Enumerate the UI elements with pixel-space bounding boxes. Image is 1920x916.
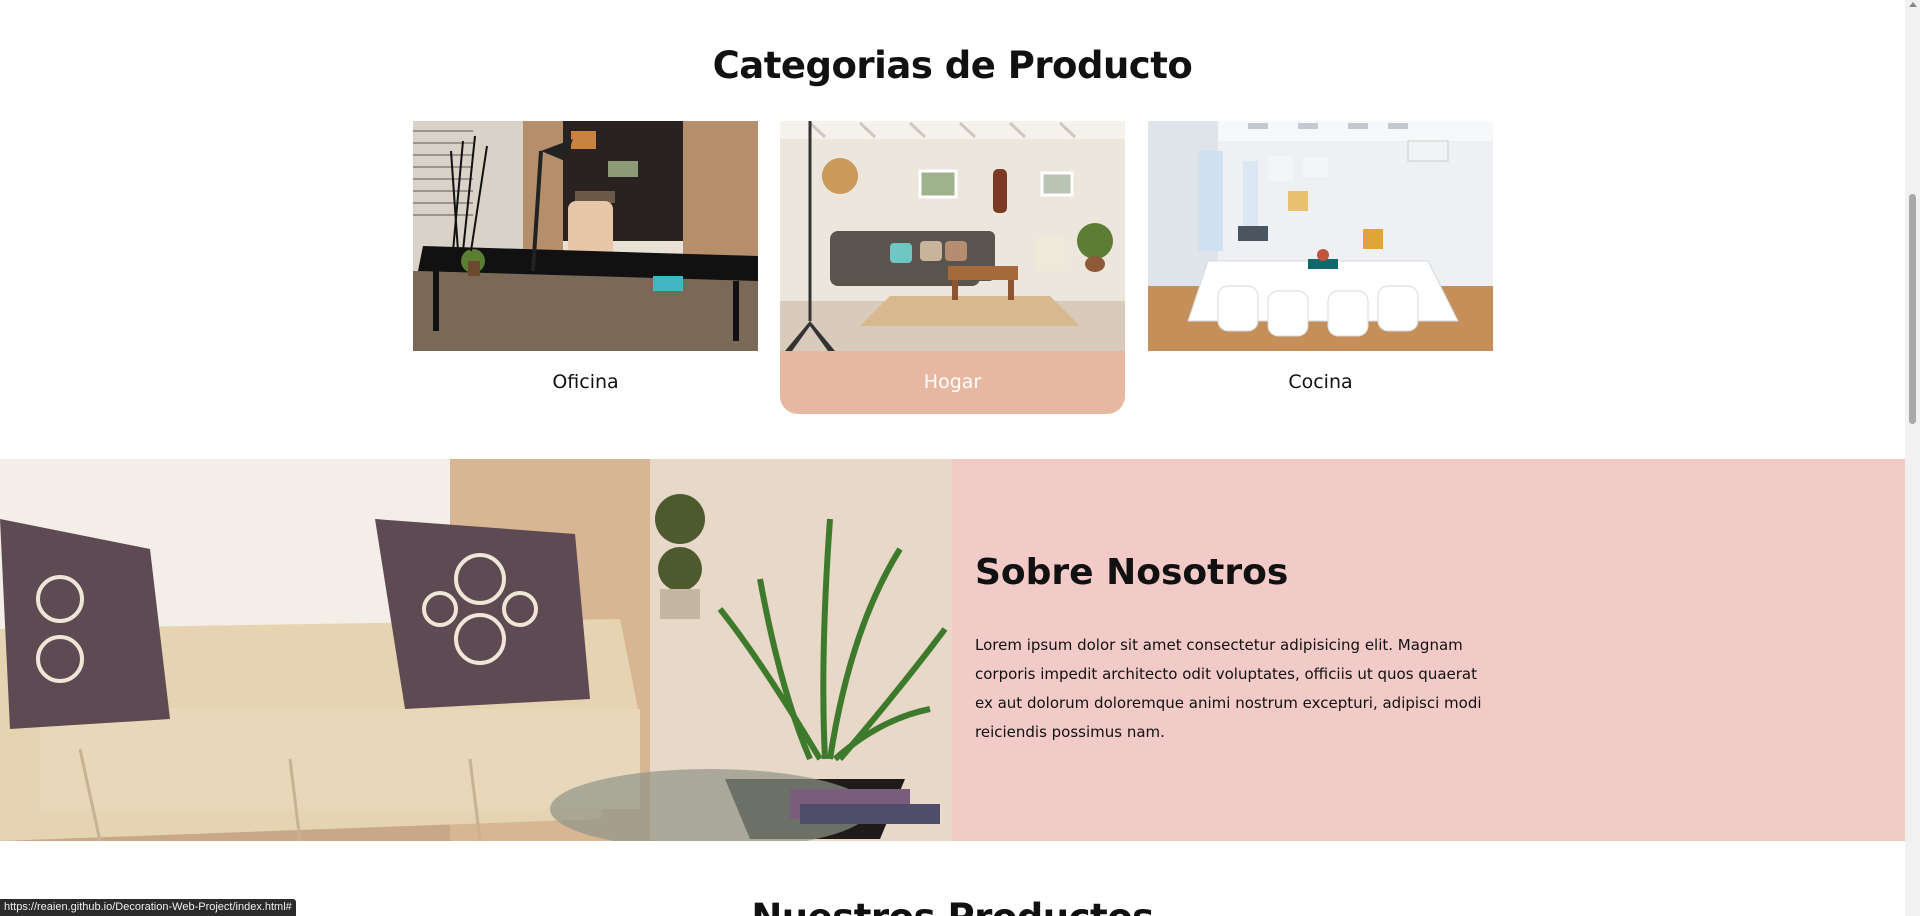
page: Categorias de Producto Oficina Hogar Coc… [0,0,1905,916]
about-title: Sobre Nosotros [975,552,1289,593]
hogar-image [780,121,1125,351]
oficina-image [413,121,758,351]
category-label: Oficina [552,371,619,393]
about-text: Lorem ipsum dolor sit amet consectetur a… [975,636,1482,741]
status-bar-url: https://reaien.github.io/Decoration-Web-… [0,899,296,916]
categories-title: Categorias de Producto [712,44,1193,87]
scroll-thumb[interactable] [1909,194,1916,424]
scroll-up-arrow-icon[interactable] [1909,2,1917,7]
category-card-cocina[interactable]: Cocina [1148,121,1493,414]
cocina-image [1148,121,1493,351]
category-cards: Oficina Hogar Cocina [413,121,1493,414]
about-image [0,459,952,841]
about-panel: Sobre Nosotros Lorem ipsum dolor sit ame… [952,459,1905,841]
category-card-hogar[interactable]: Hogar [780,121,1125,414]
category-card-oficina[interactable]: Oficina [413,121,758,414]
about-section: Sobre Nosotros Lorem ipsum dolor sit ame… [0,459,1905,841]
vertical-scrollbar[interactable] [1905,0,1920,916]
category-label: Hogar [923,371,982,393]
category-label: Cocina [1288,371,1353,393]
